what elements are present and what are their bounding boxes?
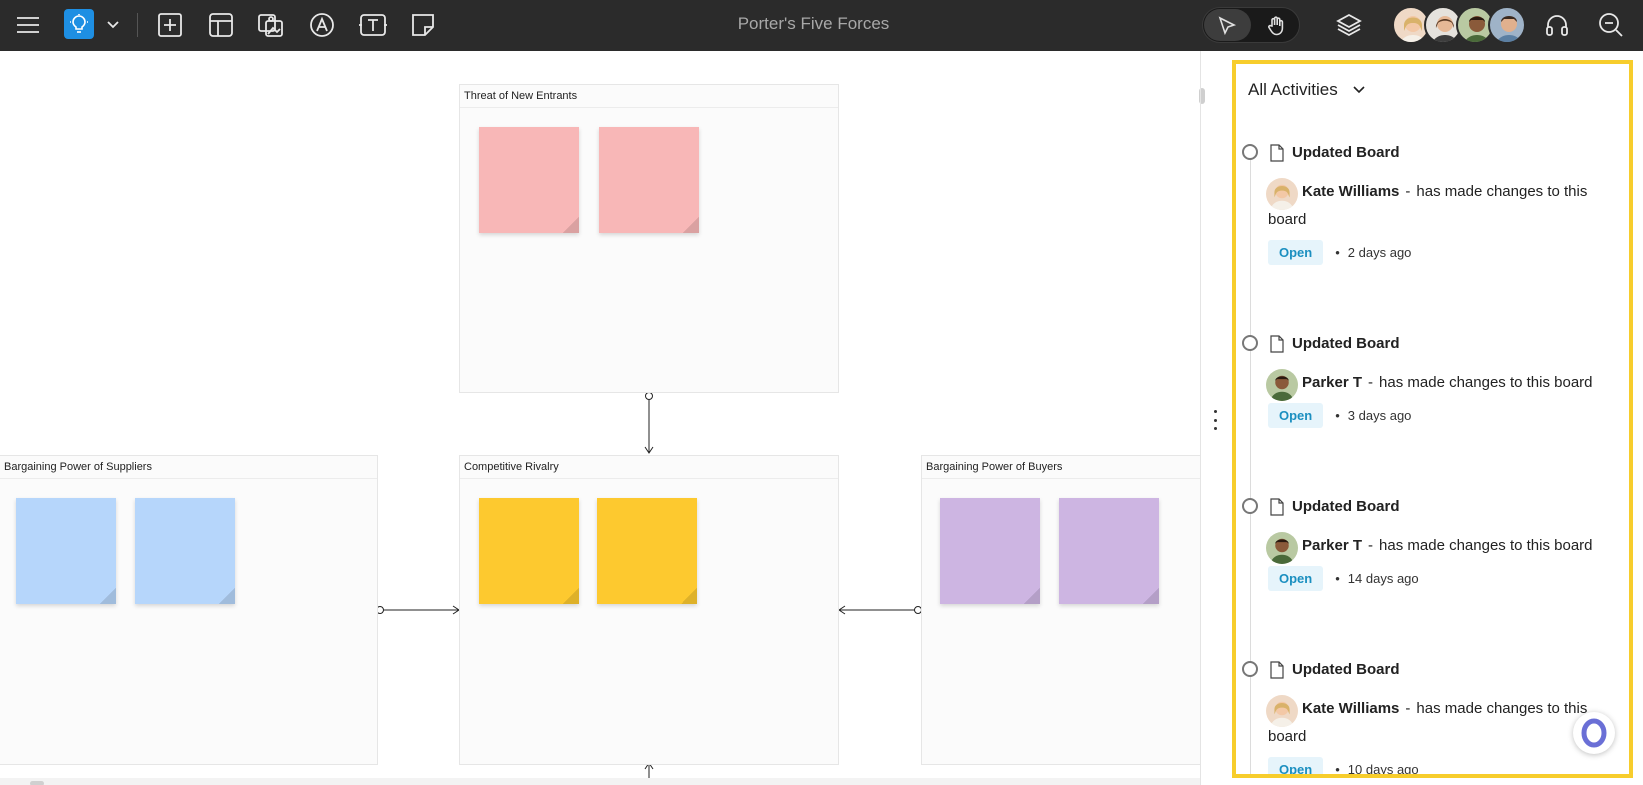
activity-status-circle[interactable] xyxy=(1242,144,1258,160)
menu-icon[interactable] xyxy=(12,9,44,41)
document-icon xyxy=(1270,661,1284,679)
activity-item: Updated Board Kate Williams - has made cha… xyxy=(1236,144,1629,294)
sticky-note[interactable] xyxy=(940,498,1040,604)
horizontal-scroll-thumb[interactable] xyxy=(30,781,44,785)
frame-title: Bargaining Power of Buyers xyxy=(922,456,1200,479)
frame-title: Threat of New Entrants xyxy=(460,85,838,108)
document-icon xyxy=(1270,498,1284,516)
pen-icon[interactable] xyxy=(306,9,338,41)
activity-description: Parker T - has made changes to this board xyxy=(1268,369,1618,397)
template-icon[interactable] xyxy=(205,9,237,41)
activity-status-circle[interactable] xyxy=(1242,498,1258,514)
sticky-note[interactable] xyxy=(135,498,235,604)
board-canvas[interactable]: Threat of New Entrants Bargaining Power … xyxy=(0,51,1200,785)
bullet-separator: • xyxy=(1335,762,1340,777)
activity-panel: All Activities Updated Board Kate Willia… xyxy=(1232,60,1633,778)
activity-message: has made changes to this board xyxy=(1379,374,1593,391)
activity-item: Updated Board Kate Williams - has made cha… xyxy=(1236,661,1629,777)
activity-item: Updated Board Parker T - has made changes … xyxy=(1236,498,1629,648)
activity-separator: - xyxy=(1405,700,1411,717)
sticky-note[interactable] xyxy=(16,498,116,604)
activity-separator: - xyxy=(1405,183,1411,200)
frame-bargaining-power-of-suppliers[interactable]: Bargaining Power of Suppliers xyxy=(0,455,378,765)
activity-time: 14 days ago xyxy=(1347,571,1419,586)
sticky-note[interactable] xyxy=(479,498,579,604)
bullet-separator: • xyxy=(1335,408,1340,423)
activity-item: Updated Board Parker T - has made changes … xyxy=(1236,335,1629,485)
avatar[interactable] xyxy=(1488,6,1526,44)
activity-footer: Open • 14 days ago xyxy=(1268,566,1419,591)
frame-title: Competitive Rivalry xyxy=(460,456,838,479)
activity-user: Parker T xyxy=(1302,374,1363,391)
bullet-separator: • xyxy=(1335,245,1340,260)
open-button[interactable]: Open xyxy=(1268,757,1324,774)
chevron-down-icon xyxy=(1353,86,1365,94)
activity-title: Updated Board xyxy=(1292,498,1400,515)
mode-toggle xyxy=(1202,7,1300,43)
activity-description: Parker T - has made changes to this board xyxy=(1268,532,1618,560)
layers-icon[interactable] xyxy=(1333,9,1365,41)
board-title: Porter's Five Forces xyxy=(737,14,890,33)
activity-user: Kate Williams xyxy=(1302,183,1400,200)
sticky-note[interactable] xyxy=(479,127,579,233)
activity-footer: Open • 2 days ago xyxy=(1268,240,1411,265)
image-icon[interactable] xyxy=(255,9,287,41)
activity-status-circle[interactable] xyxy=(1242,335,1258,351)
sticky-note[interactable] xyxy=(599,127,699,233)
text-icon[interactable] xyxy=(357,9,389,41)
activity-time: 10 days ago xyxy=(1347,762,1419,777)
activity-user: Parker T xyxy=(1302,537,1363,554)
toolbar-divider xyxy=(137,13,138,37)
assistant-icon[interactable] xyxy=(1573,712,1615,754)
frame-title: Bargaining Power of Suppliers xyxy=(0,456,377,479)
panel-divider xyxy=(1200,51,1201,785)
frame-threat-of-new-entrants[interactable]: Threat of New Entrants xyxy=(459,84,839,393)
bulb-icon[interactable] xyxy=(64,9,94,39)
activity-time: 3 days ago xyxy=(1347,408,1412,423)
open-button[interactable]: Open xyxy=(1268,403,1324,428)
activity-separator: - xyxy=(1368,374,1374,391)
activity-status-circle[interactable] xyxy=(1242,661,1258,677)
activity-filter-label: All Activities xyxy=(1248,80,1338,99)
activity-separator: - xyxy=(1368,537,1374,554)
horizontal-scrollbar[interactable] xyxy=(0,778,1200,785)
hand-icon[interactable] xyxy=(1264,14,1288,38)
activity-time: 2 days ago xyxy=(1347,245,1412,260)
chevron-down-icon[interactable] xyxy=(97,9,129,41)
activity-title: Updated Board xyxy=(1292,335,1400,352)
headset-icon[interactable] xyxy=(1541,9,1573,41)
sticky-note[interactable] xyxy=(1059,498,1159,604)
bullet-separator: • xyxy=(1335,571,1340,586)
activity-footer: Open • 3 days ago xyxy=(1268,403,1411,428)
open-button[interactable]: Open xyxy=(1268,566,1324,591)
activity-footer: Open • 10 days ago xyxy=(1268,757,1419,777)
frame-competitive-rivalry[interactable]: Competitive Rivalry xyxy=(459,455,839,765)
activity-title: Updated Board xyxy=(1292,661,1400,678)
activity-title: Updated Board xyxy=(1292,144,1400,161)
sticky-note[interactable] xyxy=(597,498,697,604)
sticky-note-icon[interactable] xyxy=(407,9,439,41)
zoom-out-icon[interactable] xyxy=(1595,9,1627,41)
document-icon xyxy=(1270,144,1284,162)
add-icon[interactable] xyxy=(154,9,186,41)
activity-message: has made changes to this board xyxy=(1379,537,1593,554)
activity-user: Kate Williams xyxy=(1302,700,1400,717)
activity-description: Kate Williams - has made changes to this b… xyxy=(1268,178,1618,234)
panel-resize-handle[interactable] xyxy=(1210,410,1220,430)
frame-bargaining-power-of-buyers[interactable]: Bargaining Power of Buyers xyxy=(921,455,1200,765)
document-icon xyxy=(1270,335,1284,353)
pointer-icon[interactable] xyxy=(1215,14,1239,38)
top-toolbar: Porter's Five Forces xyxy=(0,0,1643,51)
open-button[interactable]: Open xyxy=(1268,240,1324,265)
activity-description: Kate Williams - has made changes to this b… xyxy=(1268,695,1618,751)
activity-filter-dropdown[interactable]: All Activities xyxy=(1248,76,1366,104)
